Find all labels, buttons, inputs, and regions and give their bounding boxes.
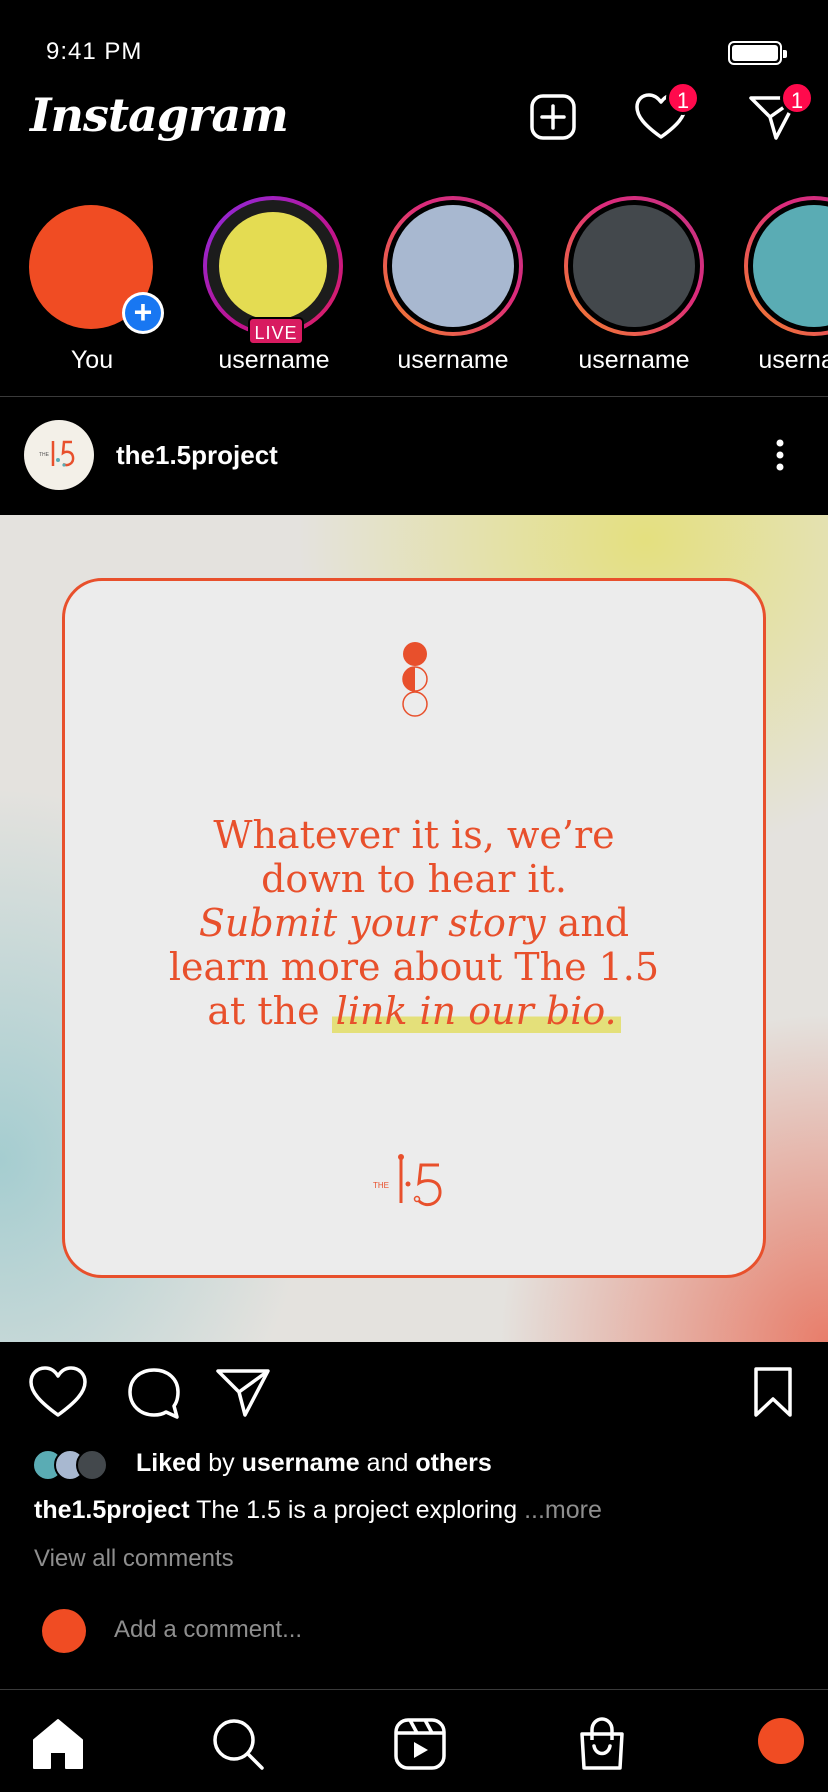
view-all-comments-link[interactable]: View all comments <box>34 1545 234 1573</box>
story-avatar <box>753 205 828 327</box>
quote-line: Submit your story and <box>65 901 763 945</box>
logo-mark-icon <box>398 1154 442 1207</box>
quote-highlight: link in our bio. <box>331 989 621 1033</box>
liker-avatar <box>76 1449 108 1481</box>
quote-line: down to hear it. <box>261 857 567 901</box>
story-avatar <box>573 205 695 327</box>
story-live[interactable]: LIVE username <box>196 190 346 390</box>
dots-logo-icon <box>402 642 428 717</box>
add-story-button[interactable]: + <box>122 292 164 334</box>
likes-others[interactable]: others <box>415 1449 491 1477</box>
bookmark-icon[interactable] <box>748 1365 798 1421</box>
story-label: username <box>397 346 509 374</box>
svg-text:THE: THE <box>39 452 50 458</box>
comment-icon[interactable] <box>124 1365 184 1421</box>
like-heart-icon[interactable] <box>28 1365 88 1421</box>
post-image[interactable]: Whatever it is, we’re down to hear it. S… <box>0 515 828 1342</box>
home-icon[interactable] <box>30 1716 86 1772</box>
shop-icon[interactable] <box>574 1716 630 1772</box>
share-icon[interactable] <box>214 1365 274 1421</box>
story-label: username <box>218 346 330 374</box>
likes-text: Liked by username and others <box>136 1449 492 1478</box>
comment-user-avatar <box>42 1609 86 1653</box>
story-ring <box>203 196 343 336</box>
quote-line: Whatever it is, we’re <box>213 813 615 857</box>
story-ring <box>744 196 828 336</box>
story-item[interactable]: username <box>557 190 707 390</box>
more-options-icon[interactable] <box>770 437 790 473</box>
story-ring <box>383 196 523 336</box>
quote-line: at the link in our bio. <box>65 989 763 1033</box>
story-you[interactable]: You <box>15 190 165 390</box>
quote-line: learn more about The 1.5 <box>168 945 660 989</box>
add-comment-input[interactable] <box>114 1616 714 1644</box>
status-bar: 9:41 PM <box>0 0 828 100</box>
caption-more-link[interactable]: ...more <box>524 1496 602 1524</box>
quote-text-segment: at the <box>207 989 332 1033</box>
quote-card: Whatever it is, we’re down to hear it. S… <box>62 578 766 1278</box>
bottom-logo: THE <box>373 1151 463 1221</box>
story-ring <box>564 196 704 336</box>
new-post-icon[interactable] <box>528 92 578 142</box>
caption: the1.5project The 1.5 is a project explo… <box>34 1496 602 1525</box>
story-label: username <box>578 346 690 374</box>
story-avatar <box>219 212 327 320</box>
likes-and: and <box>359 1449 416 1477</box>
story-label: username <box>758 346 828 374</box>
live-badge: LIVE <box>248 317 304 345</box>
reels-icon[interactable] <box>392 1716 448 1772</box>
divider <box>0 1689 828 1690</box>
likes-prefix: Liked <box>136 1449 202 1477</box>
story-item[interactable]: username <box>376 190 526 390</box>
caption-username[interactable]: the1.5project <box>34 1496 190 1524</box>
quote-text-segment: and <box>545 901 630 945</box>
messages-badge: 1 <box>780 81 814 115</box>
quote-italic: Submit your story <box>198 901 546 945</box>
post-avatar[interactable]: THE <box>24 420 94 490</box>
status-time: 9:41 PM <box>46 38 143 65</box>
post-header: THE the1.5project <box>0 397 828 515</box>
story-avatar <box>392 205 514 327</box>
battery-icon <box>728 41 787 65</box>
quote-text: Whatever it is, we’re down to hear it. S… <box>65 813 763 1033</box>
search-icon[interactable] <box>210 1716 266 1772</box>
app-logo[interactable]: Instagram <box>30 88 289 142</box>
profile-avatar[interactable] <box>758 1718 804 1764</box>
story-label: You <box>70 346 114 374</box>
post-username[interactable]: the1.5project <box>116 440 278 471</box>
plus-icon: + <box>125 295 161 331</box>
activity-badge: 1 <box>666 81 700 115</box>
likes-by: by <box>201 1449 242 1477</box>
project-logo-icon: THE <box>39 440 75 467</box>
story-item[interactable]: username <box>737 190 828 390</box>
likes-user[interactable]: username <box>242 1449 360 1477</box>
stories-tray: You LIVE username username username user… <box>0 190 828 390</box>
caption-text: The 1.5 is a project exploring <box>189 1496 525 1524</box>
